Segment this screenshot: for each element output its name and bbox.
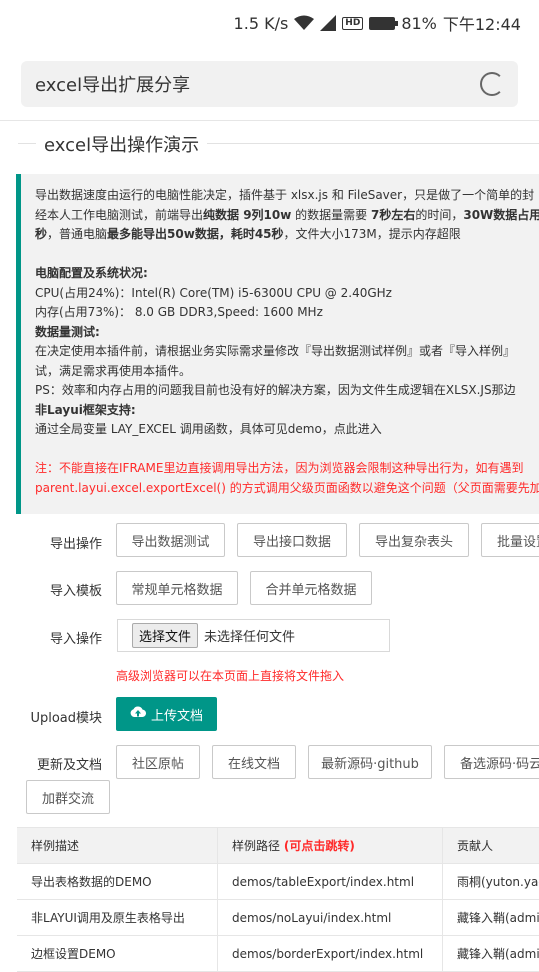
demo-table: 样例描述 样例路径 (可点击跳转) 贡献人 导出表格数据的DEMO demos/… xyxy=(17,827,539,972)
export-api-button[interactable]: 导出接口数据 xyxy=(237,523,347,557)
header-author: 贡献人 xyxy=(457,839,494,853)
row-path-link[interactable]: demos/tableExport/index.html xyxy=(218,864,443,899)
export-ops-label: 导出操作 xyxy=(49,537,102,552)
warning-text: 注：不能直接在IFRAME里边直接调用导出方法，因为浏览器会限制这种导出行为，如… xyxy=(35,461,524,475)
table-row: 导出表格数据的DEMO demos/tableExport/index.html… xyxy=(17,864,539,900)
notice-line: 经本人工作电脑测试，前端导出纯数据 9列10w 的数据量需要 7秒左右的时间，3… xyxy=(35,207,539,222)
ps-text: PS：效率和内存占用的问题我目前也没有好的解决方案，因为文件生成逻辑在XLSX.… xyxy=(35,383,516,397)
upload-button-label: 上传文档 xyxy=(150,708,203,724)
section-legend: excel导出操作演示 xyxy=(18,131,539,157)
network-speed: 1.5 K/s xyxy=(233,13,289,33)
docs-label: 更新及文档 xyxy=(36,758,102,773)
battery-percent: 81% xyxy=(401,13,437,33)
notice-line: 导出数据速度由运行的电脑性能决定，插件基于 xlsx.js 和 FileSave… xyxy=(35,188,535,202)
table-row: 边框设置DEMO demos/borderExport/index.html 藏… xyxy=(17,936,539,972)
no-file-text: 未选择任何文件 xyxy=(204,630,296,645)
warning-text: parent.layui.excel.exportExcel() 的方式调用父级… xyxy=(35,480,539,495)
import-ops-label: 导入操作 xyxy=(49,632,102,647)
reload-icon[interactable] xyxy=(480,72,504,96)
header-path: 样例路径 (可点击跳转) xyxy=(218,828,443,863)
community-post-button[interactable]: 社区原帖 xyxy=(116,745,200,779)
cloud-upload-icon xyxy=(130,705,146,723)
address-text[interactable]: excel导出扩展分享 xyxy=(35,71,480,97)
signal-icon xyxy=(320,15,337,31)
row-desc: 边框设置DEMO xyxy=(17,936,218,971)
row-desc: 非LAYUI调用及原生表格导出 xyxy=(17,900,218,935)
nonlayui-text[interactable]: 通过全局变量 LAY_EXCEL 调用函数，具体可见demo，点此进入 xyxy=(35,420,539,440)
row-author: 雨桐(yuton.yao xyxy=(457,875,539,889)
nonlayui-title: 非Layui框架支持: xyxy=(35,402,136,417)
row-author: 藏锋入鞘(admi xyxy=(457,947,539,961)
test-text: 在决定使用本插件前，请根据业务实际需求量修改『导出数据测试样例』或者『导入样例』 xyxy=(35,344,516,358)
row-path-link[interactable]: demos/noLayui/index.html xyxy=(218,900,443,935)
notice-line: 秒，普通电脑最多能导出50w数据，耗时45秒，文件大小173M，提示内存超限 xyxy=(35,227,461,241)
row-desc: 导出表格数据的DEMO xyxy=(17,864,218,899)
table-row: 非LAYUI调用及原生表格导出 demos/noLayui/index.html… xyxy=(17,900,539,936)
test-title: 数据量测试: xyxy=(35,324,100,339)
config-title: 电脑配置及系统状况: xyxy=(35,266,148,280)
notice-block: 导出数据速度由运行的电脑性能决定，插件基于 xlsx.js 和 FileSave… xyxy=(16,174,539,514)
section-title: excel导出操作演示 xyxy=(36,131,208,157)
table-header-row: 样例描述 样例路径 (可点击跳转) 贡献人 xyxy=(17,828,539,864)
normal-cell-button[interactable]: 常规单元格数据 xyxy=(116,571,238,605)
hd-badge: HD xyxy=(342,16,364,30)
export-complex-header-button[interactable]: 导出复杂表头 xyxy=(359,523,469,557)
battery-icon xyxy=(369,16,399,30)
join-group-button[interactable]: 加群交流 xyxy=(26,780,110,814)
file-input[interactable]: 选择文件 未选择任何文件 xyxy=(117,619,390,652)
cpu-info: CPU(占用24%)：Intel(R) Core(TM) i5-6300U CP… xyxy=(35,285,392,300)
upload-button[interactable]: 上传文档 xyxy=(116,697,217,731)
import-template-label: 导入模板 xyxy=(49,584,102,599)
gitee-source-button[interactable]: 备选源码·码云 xyxy=(444,745,539,779)
choose-file-button[interactable]: 选择文件 xyxy=(132,623,199,648)
divider xyxy=(0,120,539,121)
wifi-icon xyxy=(294,15,315,31)
row-author: 藏锋入鞘(admi xyxy=(457,911,539,925)
merged-cell-button[interactable]: 合并单元格数据 xyxy=(250,571,372,605)
mem-info: 内存(占用73%)： 8.0 GB DDR3,Speed: 1600 MHz xyxy=(35,305,323,319)
export-test-button[interactable]: 导出数据测试 xyxy=(116,523,225,557)
address-bar[interactable]: excel导出扩展分享 xyxy=(21,61,518,107)
github-source-button[interactable]: 最新源码·github xyxy=(308,745,432,779)
online-docs-button[interactable]: 在线文档 xyxy=(212,745,296,779)
header-desc: 样例描述 xyxy=(17,828,218,863)
status-bar: 1.5 K/s HD 81% 下午12:44 xyxy=(0,0,539,46)
test-text: 试，满足需求再使用本插件。 xyxy=(35,363,192,378)
upload-label: Upload模块 xyxy=(30,711,102,726)
drag-hint: 高级浏览器可以在本页面上直接将文件拖入 xyxy=(116,669,345,683)
clock: 下午12:44 xyxy=(442,15,521,34)
batch-settings-button[interactable]: 批量设置 xyxy=(481,523,539,557)
row-path-link[interactable]: demos/borderExport/index.html xyxy=(218,936,443,971)
